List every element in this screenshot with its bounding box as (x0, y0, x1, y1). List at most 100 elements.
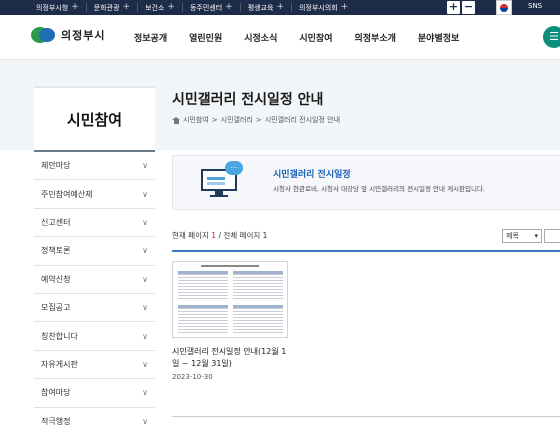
sidebar-item-label: 예약신청 (41, 274, 71, 284)
page-info-middle: / 전체 페이지 (218, 231, 261, 240)
page-count-info: 현재 페이지 1 / 전체 페이지 1 (172, 230, 267, 241)
post-date: 2023-10-30 (172, 373, 213, 381)
sidebar-item-free-board[interactable]: 자유게시판 ∨ (34, 350, 155, 380)
sidebar-item-label: 모집공고 (41, 303, 71, 313)
family-link-label: 문화관광 (93, 3, 120, 12)
site-logo[interactable]: 의정부시 (31, 24, 105, 46)
chevron-down-icon: ∨ (142, 274, 148, 284)
chevron-down-icon: ∨ (142, 416, 148, 425)
divider (181, 3, 183, 12)
zoom-out-button[interactable]: − (462, 1, 475, 14)
sidebar-item-label: 자유게시판 (41, 359, 78, 369)
sidebar-item-label: 제안마당 (41, 161, 71, 171)
sidebar-item-label: 적극행정 (41, 416, 71, 425)
divider (239, 3, 241, 12)
site-header: 의정부시 정보공개 열린민원 시정소식 시민참여 의정부소개 분야별정보 ☰ (0, 15, 560, 60)
divider (137, 3, 139, 12)
chevron-down-icon: ∨ (142, 189, 148, 199)
sidebar-item-policy-debate[interactable]: 정책토론 ∨ (34, 237, 155, 266)
city-emblem-icon (31, 24, 57, 46)
nav-participation[interactable]: 시민참여 (299, 31, 332, 44)
family-link-label: 보건소 (145, 3, 165, 12)
current-page: 1 (211, 231, 217, 240)
nav-about[interactable]: 의정부소개 (355, 31, 396, 44)
board-intro-box: ... 시민갤러리 전시일정 시청사 현관로비, 시청사 대강당 앞 시민갤러리… (172, 155, 560, 210)
sns-button[interactable]: SNS (528, 2, 542, 10)
search-field-select[interactable]: 제목 ▾ (502, 229, 542, 243)
sidebar-item-label: 칭찬합니다 (41, 331, 78, 341)
sidebar-title: 시민참여 (34, 86, 155, 150)
main-navigation: 정보공개 열린민원 시정소식 시민참여 의정부소개 분야별정보 (134, 15, 481, 60)
chevron-down-icon: ∨ (142, 217, 148, 227)
family-link-cityhall[interactable]: 의정부시청 + (36, 3, 86, 13)
family-link-culture[interactable]: 문화관광 + (94, 3, 137, 13)
divider (85, 3, 87, 12)
chevron-down-icon: ∨ (142, 246, 148, 256)
sidebar-item-proposal[interactable]: 제안마당 ∨ (34, 152, 155, 181)
search-input[interactable] (544, 229, 560, 243)
sidebar-item-budget[interactable]: 주민참여예산제 ∨ (34, 180, 155, 209)
page-info-prefix: 현재 페이지 (172, 231, 209, 240)
nav-city-news[interactable]: 시정소식 (244, 31, 277, 44)
plus-icon: + (225, 2, 233, 12)
total-pages: 1 (262, 231, 268, 240)
language-flag-icon[interactable] (496, 0, 512, 15)
family-link-community-center[interactable]: 동주민센터 + (190, 3, 240, 13)
taegeuk-icon (500, 3, 508, 12)
intro-title: 시민갤러리 전시일정 (273, 170, 351, 180)
nav-civil-service[interactable]: 열린민원 (189, 31, 222, 44)
chat-bubble-icon: ... (225, 161, 243, 175)
plus-icon: + (276, 2, 284, 12)
list-bottom-rule (172, 416, 560, 417)
sidebar-item-reservation[interactable]: 예약신청 ∨ (34, 265, 155, 294)
divider (291, 3, 292, 12)
monitor-icon: ... (201, 161, 243, 197)
family-site-links: 의정부시청 + 문화관광 + 보건소 + 동주민센터 + 평생교육 + 의정부시의회 + (36, 0, 355, 15)
home-icon[interactable] (172, 116, 180, 124)
sidebar-item-proactive-admin[interactable]: 적극행정 ∨ (34, 407, 155, 425)
family-link-label: 의정부시의회 (299, 3, 338, 12)
zoom-in-button[interactable]: + (447, 1, 460, 14)
breadcrumb-item[interactable]: 시민참여 (183, 115, 209, 125)
sidebar-item-praise[interactable]: 칭찬합니다 ∨ (34, 322, 155, 351)
intro-description: 시청사 현관로비, 시청사 대강당 앞 시민갤러리의 전시일정 안내 게시판입니… (273, 185, 486, 193)
plus-icon: + (71, 2, 79, 12)
sidebar-item-participation-yard[interactable]: 참여마당 ∨ (34, 379, 155, 408)
page-title: 시민갤러리 전시일정 안내 (172, 92, 324, 108)
family-link-education[interactable]: 평생교육 + (248, 3, 291, 13)
list-top-rule (172, 250, 560, 252)
sidebar-menu: 제안마당 ∨ 주민참여예산제 ∨ 신고센터 ∨ 정책토론 ∨ 예약신청 ∨ 모집공고 ∨ 칭… (34, 150, 155, 425)
family-link-label: 동주민센터 (189, 3, 223, 12)
breadcrumb-separator: > (211, 116, 218, 124)
chevron-down-icon: ∨ (142, 388, 148, 398)
breadcrumb-separator: > (255, 116, 262, 124)
plus-icon: + (340, 2, 349, 12)
family-link-health[interactable]: 보건소 + (145, 3, 182, 13)
family-link-label: 평생교육 (247, 3, 274, 12)
search-select-value: 제목 (506, 232, 519, 240)
nav-topics[interactable]: 분야별정보 (418, 31, 459, 44)
post-thumbnail[interactable] (172, 261, 288, 338)
breadcrumb-item[interactable]: 시민갤러리 (221, 115, 253, 125)
sidebar-item-label: 주민참여예산제 (41, 189, 93, 199)
chevron-down-icon: ∨ (142, 161, 148, 171)
breadcrumb-item[interactable]: 시민갤러리 전시일정 안내 (265, 115, 340, 125)
top-utility-bar: 의정부시청 + 문화관광 + 보건소 + 동주민센터 + 평생교육 + 의정부시의회 + +… (0, 0, 560, 15)
sidebar-item-label: 정책토론 (41, 246, 71, 256)
chevron-down-icon: ∨ (142, 303, 148, 313)
sidebar-item-report-center[interactable]: 신고센터 ∨ (34, 208, 155, 238)
logo-text: 의정부시 (61, 29, 106, 42)
plus-icon: + (122, 2, 131, 12)
family-link-council[interactable]: 의정부시의회 + (299, 3, 355, 13)
sidebar-item-label: 참여마당 (41, 388, 71, 398)
family-link-label: 의정부시청 (36, 3, 69, 12)
post-title[interactable]: 시민갤러리 전시일정 안내(12월 1일 ~ 12월 31일) (172, 346, 290, 370)
breadcrumb: 시민참여 > 시민갤러리 > 시민갤러리 전시일정 안내 (172, 115, 340, 125)
sitemap-menu-icon[interactable]: ☰ (543, 26, 560, 48)
chevron-down-icon: ▾ (534, 232, 538, 240)
chevron-down-icon: ∨ (142, 331, 148, 341)
sidebar-item-recruitment[interactable]: 모집공고 ∨ (34, 293, 155, 323)
chevron-down-icon: ∨ (142, 359, 148, 369)
gallery-post-card[interactable]: 시민갤러리 전시일정 안내(12월 1일 ~ 12월 31일) 2023-10-… (172, 261, 290, 381)
nav-info-disclosure[interactable]: 정보공개 (134, 31, 167, 44)
